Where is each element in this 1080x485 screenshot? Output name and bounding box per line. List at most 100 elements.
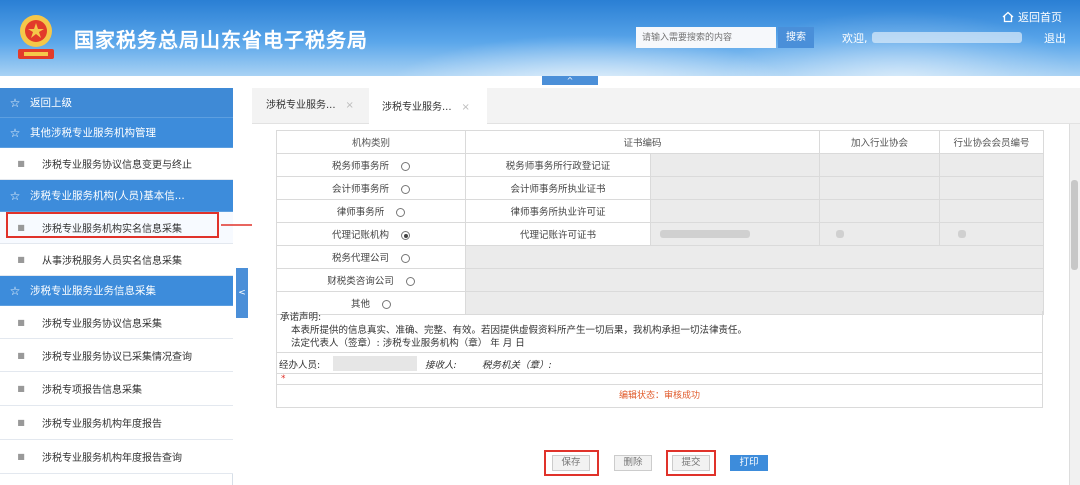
promise-title: 承诺声明: [280,312,322,323]
close-icon[interactable]: × [346,100,354,111]
join-assoc-field[interactable] [819,199,941,223]
member-no-field[interactable] [939,153,1045,177]
sidebar-item-label: 涉税专业服务机构年度报告查询 [42,453,182,464]
sidebar-item-agreement-collect[interactable]: ■ 涉税专业服务协议信息采集 [0,306,233,339]
tab-service-1[interactable]: 涉税专业服务... × [266,88,354,124]
sidebar-group-basic-info[interactable]: ☆ 涉税专业服务机构(人员)基本信... [0,180,233,212]
table-row: 律师事务所 律师事务所执业许可证 [276,199,1045,223]
bullet-icon: ■ [17,384,25,393]
org-type-cell[interactable]: 税务师事务所 [276,153,466,177]
print-button[interactable]: 打印 [730,455,768,471]
disabled-field [464,245,1045,269]
sidebar-item-back[interactable]: ☆ 返回上级 [0,88,233,118]
vertical-scrollbar[interactable] [1069,124,1080,485]
org-type-cell[interactable]: 税务代理公司 [276,245,466,269]
header-banner: 国家税务总局山东省电子税务局 返回首页 搜索 欢迎, 退出 [0,0,1080,76]
redacted-value [660,230,750,238]
sidebar-item-label: 涉税专业服务业务信息采集 [30,285,156,297]
radio-button[interactable] [401,162,410,171]
search-button[interactable]: 搜索 [778,27,814,48]
scrollbar-thumb[interactable] [1071,180,1078,270]
sidebar-item-label: 其他涉税专业服务机构管理 [30,127,156,139]
org-type-label: 律师事务所 [336,207,385,218]
radio-button[interactable] [396,208,406,217]
cert-no-field[interactable] [649,199,821,223]
redacted-value [835,230,844,238]
org-type-cell[interactable]: 会计师事务所 [276,176,466,200]
sidebar-item-staff-realname[interactable]: ■ 从事涉税服务人员实名信息采集 [0,244,233,276]
cert-no-field[interactable] [649,176,821,200]
header-cert-no: 证书编码 [464,130,821,154]
join-assoc-field[interactable] [819,176,941,200]
cert-label: 代理记账许可证书 [465,222,651,246]
org-type-cell[interactable]: 律师事务所 [276,199,466,223]
sidebar-group-other-org-management[interactable]: ☆ 其他涉税专业服务机构管理 [0,118,233,148]
sidebar-item-agreement-change[interactable]: ■ 涉税专业服务协议信息变更与终止 [0,148,233,180]
handler-label: 经办人员: [279,360,321,371]
table-row: 财税类咨询公司 [276,268,1045,292]
star-icon: ☆ [9,95,21,110]
cert-no-field[interactable] [649,222,821,246]
disabled-field [464,268,1045,292]
member-no-field[interactable] [939,176,1045,200]
sidebar-item-label: 返回上级 [30,97,72,109]
org-info-table: 机构类别 证书编码 加入行业协会 行业协会会员编号 税务师事务所 税务师事务所行… [276,130,1045,315]
table-row: 税务师事务所 税务师事务所行政登记证 [276,153,1045,177]
bullet-icon: ■ [17,350,25,360]
radio-button[interactable] [382,300,391,309]
sidebar-item-agreement-query[interactable]: ■ 涉税专业服务协议已采集情况查询 [0,339,233,372]
bullet-icon: ■ [17,317,25,327]
annotation-highlight-box [666,450,716,476]
sidebar-item-special-report[interactable]: ■ 涉税专项报告信息采集 [0,372,233,406]
edit-status: 编辑状态：审核成功 [276,384,1043,408]
org-type-label: 财税类咨询公司 [327,276,394,287]
search-input[interactable] [636,27,776,48]
cert-no-field[interactable] [649,153,821,177]
welcome-label: 欢迎, [842,32,868,45]
radio-button[interactable] [405,277,415,286]
sidebar-item-annual-report-query[interactable]: ■ 涉税专业服务机构年度报告查询 [0,440,233,474]
collapse-sidebar-button[interactable]: < [236,268,248,318]
sidebar-item-label: 涉税专业服务协议信息变更与终止 [42,160,192,171]
sidebar-item-label: 涉税专业服务机构年度报告 [42,419,162,430]
bullet-icon: ■ [17,255,25,264]
cert-label: 会计师事务所执业证书 [465,176,651,200]
home-icon [1002,11,1014,23]
annotation-highlight-box [544,450,599,476]
org-type-label: 税务代理公司 [331,253,389,264]
table-row: 代理记账机构 代理记账许可证书 [276,222,1045,246]
star-icon: ☆ [9,283,21,298]
join-assoc-field[interactable] [819,222,941,246]
radio-button-selected[interactable] [401,231,410,240]
org-type-label: 税务师事务所 [331,161,389,172]
delete-button[interactable]: 删除 [614,455,652,471]
promise-text: 本表所提供的信息真实、准确、完整、有效。若因提供虚假资料所产生一切后果，我机构承… [291,325,748,336]
join-assoc-field[interactable] [819,153,941,177]
close-icon[interactable]: × [462,102,470,113]
org-type-cell[interactable]: 代理记账机构 [276,222,466,246]
logout-link[interactable]: 退出 [1044,30,1066,46]
member-no-field[interactable] [939,199,1045,223]
collapse-header-button[interactable]: ^ [542,76,598,85]
bullet-icon: ■ [17,159,25,168]
sidebar-group-business-info[interactable]: ☆ 涉税专业服务业务信息采集 [0,276,233,306]
sidebar-item-label: 涉税专业服务协议信息采集 [42,318,162,330]
radio-button[interactable] [401,185,410,194]
radio-button[interactable] [401,254,410,263]
redacted-value [957,230,966,238]
sidebar-item-label: 涉税专项报告信息采集 [42,385,142,396]
promise-statement: 承诺声明: 本表所提供的信息真实、准确、完整、有效。若因提供虚假资料所产生一切后… [276,311,1043,353]
site-title: 国家税务总局山东省电子税务局 [74,28,368,52]
table-header-row: 机构类别 证书编码 加入行业协会 行业协会会员编号 [276,130,1045,154]
home-link[interactable]: 返回首页 [1002,9,1062,25]
tax-office-label: 税务机关（章）: [482,360,552,371]
sidebar-item-label: 涉税专业服务机构(人员)基本信... [30,190,185,202]
handler-field[interactable] [333,356,417,371]
home-link-label: 返回首页 [1018,11,1062,24]
org-type-cell[interactable]: 财税类咨询公司 [276,268,466,292]
star-icon: ☆ [9,125,21,140]
sidebar-item-annual-report[interactable]: ■ 涉税专业服务机构年度报告 [0,406,233,440]
org-type-label: 会计师事务所 [331,184,389,195]
member-no-field[interactable] [939,222,1045,246]
tab-service-2[interactable]: 涉税专业服务... × [369,88,487,124]
